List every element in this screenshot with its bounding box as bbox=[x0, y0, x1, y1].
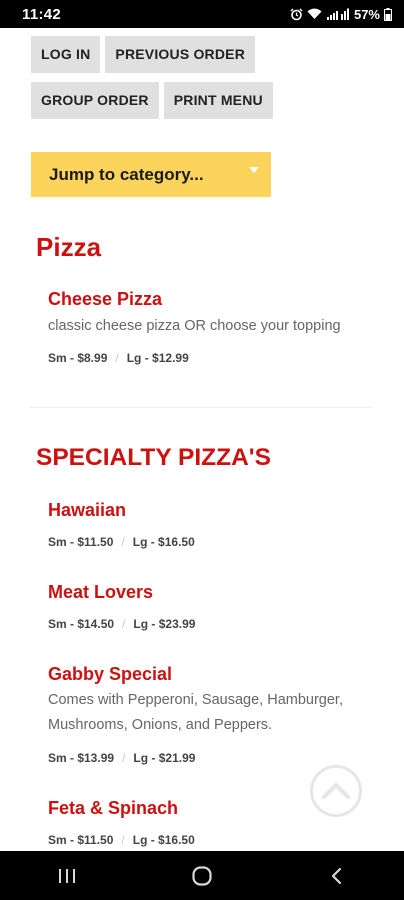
menu-content: LOG IN PREVIOUS ORDER GROUP ORDER PRINT … bbox=[0, 28, 404, 851]
signal-icon bbox=[326, 8, 350, 21]
chevron-up-icon bbox=[322, 783, 350, 799]
print-menu-button[interactable]: PRINT MENU bbox=[163, 82, 273, 119]
caret-down-icon bbox=[249, 167, 259, 173]
group-order-button[interactable]: GROUP ORDER bbox=[31, 82, 159, 119]
item-name-feta-spinach[interactable]: Feta & Spinach bbox=[48, 798, 178, 819]
item-description: Comes with Pepperoni, Sausage, Hamburger… bbox=[48, 692, 343, 733]
navigation-bar bbox=[0, 851, 404, 900]
account-buttons-row: LOG IN PREVIOUS ORDER bbox=[31, 36, 256, 73]
back-button[interactable] bbox=[307, 856, 367, 896]
jump-to-category-select[interactable]: Jump to category... bbox=[31, 152, 271, 197]
recent-apps-icon bbox=[59, 868, 76, 883]
item-name-gabby-special[interactable]: Gabby Special bbox=[48, 664, 172, 685]
battery-percent: 57% bbox=[353, 6, 380, 22]
recent-apps-button[interactable] bbox=[37, 856, 97, 896]
status-icons: 57% bbox=[290, 7, 392, 22]
log-in-button[interactable]: LOG IN bbox=[31, 36, 101, 73]
section-title-pizza: Pizza bbox=[36, 232, 102, 262]
home-button[interactable] bbox=[172, 856, 232, 896]
price-separator: / bbox=[122, 617, 126, 631]
home-icon bbox=[192, 865, 212, 886]
item-name-cheese-pizza[interactable]: Cheese Pizza bbox=[48, 289, 162, 310]
price-large[interactable]: Lg - $16.50 bbox=[133, 535, 195, 549]
scroll-to-top-button[interactable] bbox=[310, 765, 362, 817]
price-large[interactable]: Lg - $12.99 bbox=[127, 351, 189, 365]
item-prices: Sm - $11.50 / Lg - $16.50 bbox=[48, 833, 195, 847]
price-large[interactable]: Lg - $23.99 bbox=[133, 617, 195, 631]
item-name-hawaiian[interactable]: Hawaiian bbox=[48, 500, 126, 521]
price-large[interactable]: Lg - $16.50 bbox=[133, 833, 195, 847]
price-small[interactable]: Sm - $8.99 bbox=[48, 351, 107, 365]
item-description: classic cheese pizza OR choose your topp… bbox=[48, 318, 341, 334]
item-prices: Sm - $11.50 / Lg - $16.50 bbox=[48, 535, 195, 549]
price-small[interactable]: Sm - $13.99 bbox=[48, 751, 114, 765]
price-large[interactable]: Lg - $21.99 bbox=[133, 751, 195, 765]
price-separator: / bbox=[115, 351, 119, 365]
price-small[interactable]: Sm - $11.50 bbox=[48, 833, 113, 847]
wifi-icon bbox=[307, 8, 322, 20]
item-prices: Sm - $14.50 / Lg - $23.99 bbox=[48, 617, 195, 631]
price-separator: / bbox=[121, 833, 125, 847]
previous-order-button[interactable]: PREVIOUS ORDER bbox=[105, 36, 256, 73]
battery-icon bbox=[384, 7, 392, 21]
item-prices: Sm - $13.99 / Lg - $21.99 bbox=[48, 751, 195, 765]
section-divider bbox=[30, 407, 372, 408]
price-separator: / bbox=[121, 535, 125, 549]
price-small[interactable]: Sm - $14.50 bbox=[48, 617, 114, 631]
section-title-specialty-pizzas: SPECIALTY PIZZA'S bbox=[36, 444, 271, 471]
item-prices: Sm - $8.99 / Lg - $12.99 bbox=[48, 351, 189, 365]
back-icon bbox=[331, 867, 341, 884]
screen: 11:42 57% LOG IN PREVIOUS ORDER GROUP OR… bbox=[0, 0, 404, 900]
status-time: 11:42 bbox=[22, 5, 62, 23]
status-bar: 11:42 57% bbox=[0, 0, 404, 28]
order-buttons-row: GROUP ORDER PRINT MENU bbox=[31, 82, 273, 119]
jump-to-category-label: Jump to category... bbox=[49, 164, 204, 184]
price-small[interactable]: Sm - $11.50 bbox=[48, 535, 113, 549]
item-name-meat-lovers[interactable]: Meat Lovers bbox=[48, 582, 153, 603]
alarm-icon bbox=[290, 8, 303, 21]
price-separator: / bbox=[122, 751, 126, 765]
